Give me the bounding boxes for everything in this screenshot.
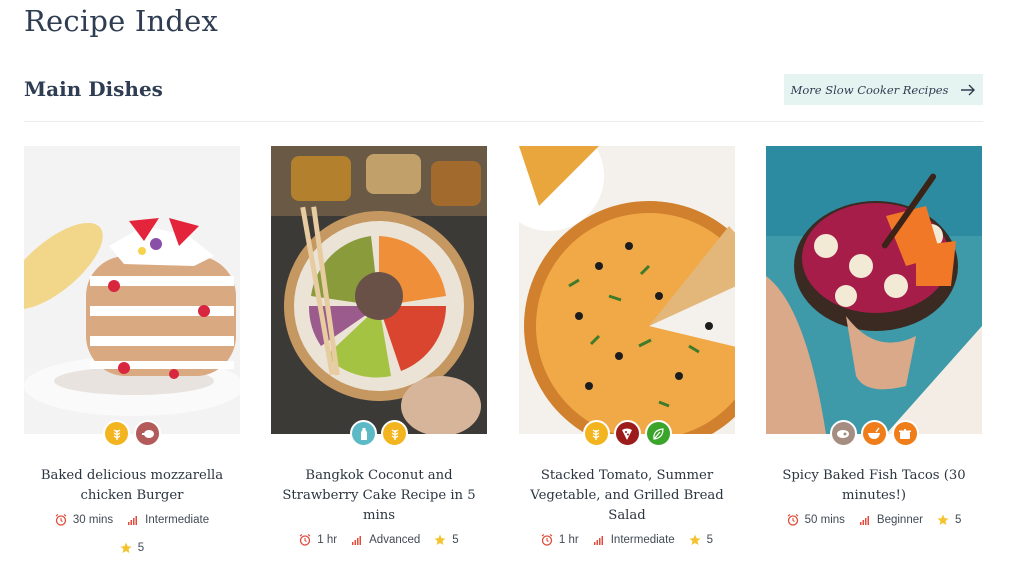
recipe-card[interactable] [766,146,982,434]
recipe-time: 50 mins [804,514,845,526]
pot-icon [891,420,919,447]
page-title: Recipe Index [24,4,219,38]
star-icon [689,534,701,545]
recipe-rating: 5 [137,542,145,554]
difficulty-icon [593,536,603,545]
recipe-badges [24,420,240,447]
clock-icon [541,534,553,546]
leaf-icon [644,420,672,447]
recipe-title[interactable]: Baked delicious mozzarella chicken Burge… [24,466,240,506]
section-title: Main Dishes [24,77,163,101]
recipe-rating-row: 5 [24,542,240,554]
recipe-card[interactable] [271,146,487,434]
milk-bottle-icon [350,420,377,447]
recipe-card[interactable] [519,146,735,434]
recipe-image[interactable] [24,146,240,434]
recipe-image[interactable] [271,146,487,434]
chicken-icon [134,420,161,447]
recipe-title[interactable]: Bangkok Coconut and Strawberry Cake Reci… [271,466,487,526]
recipe-rating: 5 [954,514,962,526]
recipe-badges [766,420,982,447]
recipe-image[interactable] [766,146,982,434]
star-icon [120,542,132,553]
recipe-title[interactable]: Stacked Tomato, Summer Vegetable, and Gr… [519,466,735,526]
arrow-right-icon [961,84,976,95]
recipe-time: 1 hr [558,534,579,546]
recipe-meta: 30 mins Intermediate [24,514,240,526]
recipe-badges [519,420,735,447]
clock-icon [55,514,67,526]
bowl-icon [860,420,888,447]
recipe-badges [271,420,487,447]
difficulty-icon [352,536,362,545]
recipe-card[interactable] [24,146,240,434]
difficulty-icon [859,516,869,525]
star-icon [434,534,446,545]
more-recipes-label: More Slow Cooker Recipes [790,82,949,97]
star-icon [937,514,949,525]
clock-icon [299,534,311,546]
recipe-rating: 5 [452,534,459,546]
recipe-rating: 5 [706,534,714,546]
clock-icon [787,514,798,526]
recipe-time: 1 hr [317,534,338,546]
recipe-difficulty: Intermediate [145,514,210,526]
more-recipes-button[interactable]: More Slow Cooker Recipes [784,74,983,105]
section-header: Main Dishes More Slow Cooker Recipes [24,74,983,122]
recipe-meta: 1 hr Advanced 5 [271,534,487,546]
wheat-icon [381,420,408,447]
recipe-difficulty: Beginner [876,514,923,526]
recipe-time: 30 mins [72,514,114,526]
recipe-difficulty: Intermediate [610,534,675,546]
wheat-icon [103,420,130,447]
recipe-image[interactable] [519,146,735,434]
difficulty-icon [128,516,138,525]
meat-icon [829,420,857,447]
pizza-icon [613,420,641,447]
wheat-icon [582,420,610,447]
recipe-meta: 50 mins Beginner 5 [766,514,982,526]
recipe-title[interactable]: Spicy Baked Fish Tacos (30 minutes!) [766,466,982,506]
recipe-difficulty: Advanced [369,534,421,546]
recipe-meta: 1 hr Intermediate 5 [519,534,735,546]
